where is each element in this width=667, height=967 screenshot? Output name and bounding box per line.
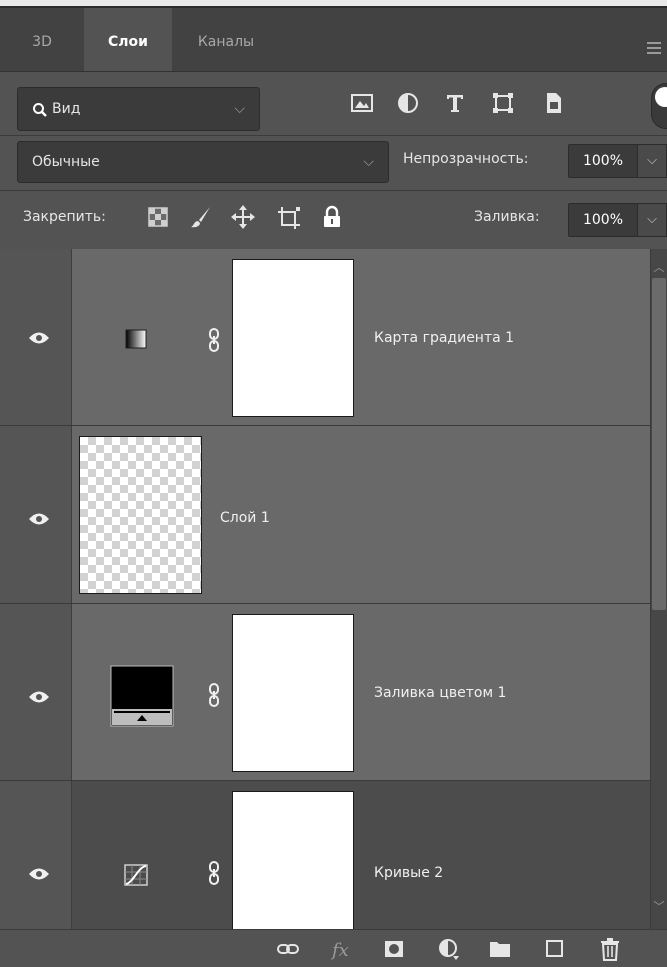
new-adjustment-icon[interactable] <box>436 937 460 961</box>
scroll-down-arrow-icon[interactable]: ﹀ <box>651 898 667 914</box>
chevron-down-icon: ⌵ <box>234 101 245 117</box>
filter-kind-label: Вид <box>52 101 81 117</box>
svg-text:fx: fx <box>330 940 349 961</box>
shape-filter-icon[interactable] <box>490 90 516 116</box>
panel-tab-bar: 3D Слои Каналы <box>0 8 667 72</box>
divider <box>0 190 667 191</box>
scroll-up-arrow-icon[interactable]: ︿ <box>651 259 667 275</box>
lock-position-move-icon[interactable] <box>230 204 256 230</box>
chevron-down-icon: ⌵ <box>363 154 374 170</box>
tab-3d[interactable]: 3D <box>0 8 84 71</box>
blend-mode-select[interactable]: Обычные ⌵ <box>17 141 389 183</box>
visibility-column <box>0 249 72 425</box>
fill-label: Заливка: <box>474 209 540 225</box>
panel-menu-icon[interactable] <box>647 42 661 57</box>
tab-layers[interactable]: Слои <box>84 8 172 71</box>
link-layers-icon[interactable] <box>276 937 300 961</box>
layers-scrollbar-thumb[interactable] <box>652 278 666 610</box>
visibility-column <box>0 781 72 929</box>
blend-mode-label: Обычные <box>32 154 100 170</box>
add-mask-icon[interactable] <box>382 937 406 961</box>
layer-row[interactable]: Кривые 2 <box>0 781 650 929</box>
link-chain-icon[interactable] <box>207 327 221 353</box>
adjustment-filter-icon[interactable] <box>395 90 421 116</box>
type-filter-icon[interactable] <box>442 90 468 116</box>
lock-artboard-icon[interactable] <box>276 204 302 230</box>
layer-name[interactable]: Кривые 2 <box>374 865 443 881</box>
fx-icon[interactable]: fx <box>330 937 354 961</box>
new-group-icon[interactable] <box>488 937 512 961</box>
search-icon <box>33 103 47 117</box>
link-chain-icon[interactable] <box>207 682 221 708</box>
lock-transparent-icon[interactable] <box>145 204 171 230</box>
layers-list: Карта градиента 1 Слой 1 Заливка цветом … <box>0 249 650 929</box>
curves-icon <box>124 864 148 886</box>
layer-mask-thumbnail[interactable] <box>232 791 354 929</box>
layer-name[interactable]: Заливка цветом 1 <box>374 685 506 701</box>
link-chain-icon[interactable] <box>207 860 221 886</box>
opacity-input[interactable]: 100% <box>568 144 638 178</box>
layer-mask-thumbnail[interactable] <box>232 614 354 772</box>
layer-name[interactable]: Карта градиента 1 <box>374 330 514 346</box>
eye-icon[interactable] <box>28 690 50 704</box>
lock-all-icon[interactable] <box>319 204 345 230</box>
lock-image-brush-icon[interactable] <box>188 204 214 230</box>
filter-toggle-switch[interactable] <box>651 83 667 129</box>
color-fill-icon <box>110 665 174 727</box>
layer-thumbnail[interactable] <box>79 436 202 594</box>
delete-icon[interactable] <box>598 937 622 961</box>
visibility-column <box>0 426 72 603</box>
layer-row[interactable]: Карта градиента 1 <box>0 249 650 426</box>
visibility-column <box>0 604 72 780</box>
layer-name[interactable]: Слой 1 <box>220 510 270 526</box>
opacity-label: Непрозрачность: <box>403 151 529 167</box>
eye-icon[interactable] <box>28 867 50 881</box>
image-filter-icon[interactable] <box>349 90 375 116</box>
tab-channels[interactable]: Каналы <box>172 8 280 71</box>
fill-input[interactable]: 100% <box>568 203 638 237</box>
opacity-dropdown-button[interactable]: ⌵ <box>638 144 667 178</box>
layer-row[interactable]: Заливка цветом 1 <box>0 604 650 781</box>
eye-icon[interactable] <box>28 331 50 345</box>
fill-dropdown-button[interactable]: ⌵ <box>638 203 667 237</box>
divider <box>0 135 667 136</box>
layer-row[interactable]: Слой 1 <box>0 426 650 604</box>
eye-icon[interactable] <box>28 512 50 526</box>
filter-kind-select[interactable]: Вид ⌵ <box>17 87 260 131</box>
layer-mask-thumbnail[interactable] <box>232 259 354 417</box>
gradient-map-icon <box>125 329 147 349</box>
lock-label: Закрепить: <box>23 209 106 225</box>
smart-object-filter-icon[interactable] <box>540 90 566 116</box>
new-layer-icon[interactable] <box>543 937 567 961</box>
